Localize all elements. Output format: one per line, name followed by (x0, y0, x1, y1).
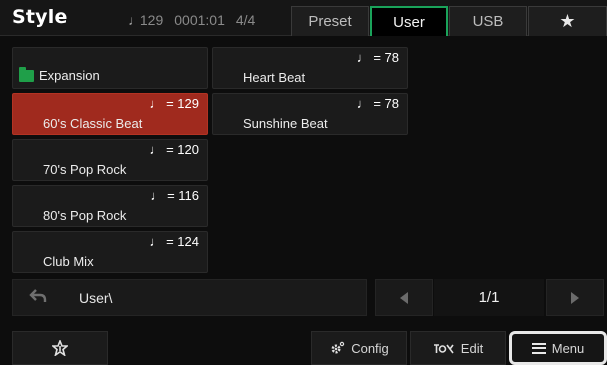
gear-icon (331, 341, 345, 354)
list-item-tempo: ♩ = 116 (150, 188, 199, 203)
tab-favorites[interactable]: ★ (528, 6, 607, 36)
tab-usb[interactable]: USB (449, 6, 527, 36)
arrow-left-icon (400, 291, 408, 304)
folder-icon (19, 67, 34, 82)
tempo-display: ♩ 129 (128, 12, 163, 28)
arrow-right-icon (571, 291, 579, 304)
list-item-heart-beat[interactable]: ♩ = 78 Heart Beat (212, 47, 408, 89)
hamburger-icon (531, 342, 546, 354)
next-page-button[interactable] (546, 279, 604, 316)
prev-page-button[interactable] (375, 279, 433, 316)
list-item-name: Club Mix (43, 254, 94, 269)
list-item-tempo: ♩ = 129 (149, 96, 199, 111)
edit-icon (433, 344, 454, 354)
back-arrow-icon[interactable] (29, 288, 47, 309)
star-outline-icon (52, 340, 68, 356)
tab-usb-label: USB (472, 13, 504, 30)
list-item-70s-pop-rock[interactable]: ♩ = 120 70's Pop Rock (12, 139, 208, 181)
list-item-tempo: ♩ = 124 (149, 234, 199, 249)
page-indicator: 1/1 (434, 279, 544, 316)
list-item-name: 80's Pop Rock (43, 208, 127, 223)
path-bar: User\ (12, 279, 367, 316)
tab-user-label: User (393, 13, 425, 31)
list-item-sunshine-beat[interactable]: ♩ = 78 Sunshine Beat (212, 93, 408, 135)
current-path: User\ (79, 290, 113, 306)
list-item-60s-classic-beat[interactable]: ♩ = 129 60's Classic Beat (12, 93, 208, 135)
list-item-name: 70's Pop Rock (43, 162, 127, 177)
favorite-button[interactable] (12, 331, 108, 365)
folder-expansion[interactable]: Expansion (12, 47, 208, 89)
list-item-tempo: ♩ = 78 (356, 96, 399, 111)
list-item-name: Sunshine Beat (243, 116, 328, 131)
list-item-80s-pop-rock[interactable]: ♩ = 116 80's Pop Rock (12, 185, 208, 227)
list-item-tempo: ♩ = 78 (356, 50, 399, 65)
time-signature: 4/4 (235, 12, 256, 28)
song-position: 0001:01 (174, 12, 225, 28)
tab-user[interactable]: User (370, 6, 448, 36)
list-item-tempo: ♩ = 120 (149, 142, 199, 157)
config-label: Config (351, 340, 389, 356)
header-bar: Style ♩ 129 0001:01 4/4 Preset User USB … (0, 0, 607, 36)
list-item-club-mix[interactable]: ♩ = 124 Club Mix (12, 231, 208, 273)
status-readout: ♩ 129 0001:01 4/4 (128, 12, 255, 28)
list-item-name: Expansion (39, 68, 100, 83)
page-title: Style (12, 6, 68, 28)
star-icon: ★ (559, 11, 576, 31)
tempo-value: 129 (139, 12, 164, 28)
config-button[interactable]: Config (311, 331, 407, 365)
menu-label: Menu (551, 340, 585, 356)
list-item-name: Heart Beat (243, 70, 306, 85)
edit-label: Edit (460, 340, 484, 356)
tab-preset[interactable]: Preset (291, 6, 369, 36)
edit-button[interactable]: Edit (410, 331, 506, 365)
tab-preset-label: Preset (308, 13, 352, 30)
list-item-name: 60's Classic Beat (43, 116, 143, 131)
menu-button[interactable]: Menu (509, 331, 607, 365)
